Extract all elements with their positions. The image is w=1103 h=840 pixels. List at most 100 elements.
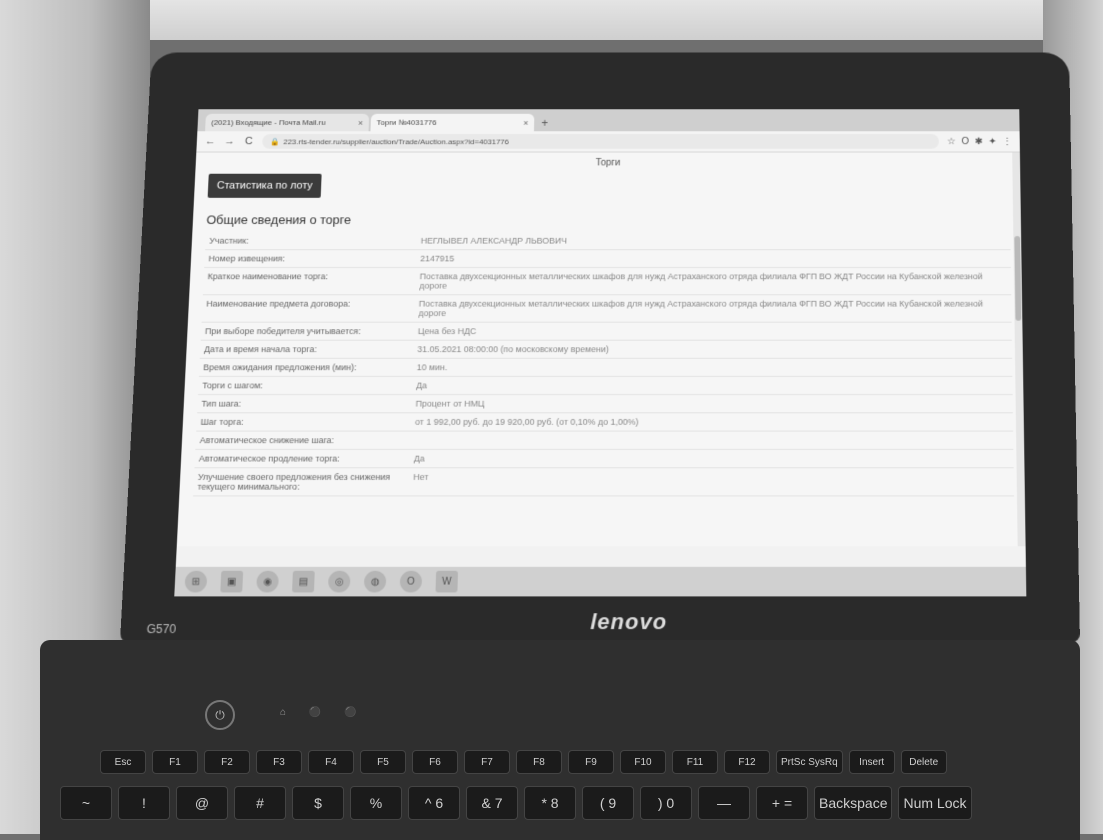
key[interactable]: Backspace: [814, 786, 893, 820]
bookmark-star-icon[interactable]: ☆: [947, 136, 956, 146]
field-label: Номер извещения:: [204, 249, 417, 268]
puzzle-extension-icon[interactable]: ✦: [989, 136, 997, 146]
field-label: Тип шага:: [197, 394, 412, 413]
table-row: Тип шага: Процент от НМЦ: [197, 394, 1013, 413]
key[interactable]: F3: [256, 750, 302, 774]
field-value: Да: [411, 376, 1013, 395]
background-wall: [0, 0, 1103, 40]
tab-title: Торги №4031776: [376, 118, 437, 127]
key[interactable]: F7: [464, 750, 510, 774]
key[interactable]: F4: [308, 750, 354, 774]
laptop-screen: (2021) Входящие - Почта Mail.ru × Торги …: [174, 109, 1027, 597]
field-value: НЕГЛЫВЕЛ АЛЕКСАНДР ЛЬВОВИЧ: [416, 232, 1011, 250]
keyboard-fn-row: Esc F1 F2 F3 F4 F5 F6 F7 F8 F9 F10 F11 F…: [100, 750, 947, 774]
field-value: [410, 431, 1014, 450]
url-text: 223.rts-tender.ru/supplier/auction/Trade…: [283, 137, 510, 146]
key[interactable]: F9: [568, 750, 614, 774]
key[interactable]: Esc: [100, 750, 146, 774]
reload-icon[interactable]: C: [243, 136, 255, 147]
menu-kebab-icon[interactable]: ⋮: [1002, 136, 1012, 146]
field-value: 31.05.2021 08:00:00 (по московскому врем…: [413, 340, 1013, 359]
table-row: Шаг торга: от 1 992,00 руб. до 19 920,00…: [196, 412, 1014, 432]
page-scrollbar[interactable]: [1012, 152, 1026, 547]
page-content: Торги Статистика по лоту Общие сведения …: [176, 152, 1026, 547]
key[interactable]: ( 9: [582, 786, 634, 820]
power-icon[interactable]: ⏻: [205, 700, 235, 730]
key[interactable]: + =: [756, 786, 808, 820]
field-value: Поставка двухсекционных металлических шк…: [415, 267, 1012, 295]
lenovo-logo: lenovo: [590, 609, 668, 635]
key[interactable]: F6: [412, 750, 458, 774]
field-label: Автоматическое продление торга:: [194, 449, 411, 468]
key[interactable]: Insert: [848, 750, 895, 774]
key[interactable]: F10: [620, 750, 666, 774]
close-icon[interactable]: ×: [358, 118, 363, 127]
chrome-icon[interactable]: ◍: [363, 570, 387, 593]
field-label: Наименование предмета договора:: [201, 294, 416, 323]
close-icon[interactable]: ×: [523, 118, 528, 127]
table-row: Торги с шагом: Да: [198, 376, 1013, 395]
url-field[interactable]: 🔒 223.rts-tender.ru/supplier/auction/Tra…: [261, 134, 940, 149]
key[interactable]: #: [234, 786, 286, 820]
browser-tabbar: (2021) Входящие - Почта Mail.ru × Торги …: [197, 109, 1020, 132]
key[interactable]: F2: [204, 750, 250, 774]
key[interactable]: * 8: [524, 786, 576, 820]
app-icon[interactable]: ◎: [327, 570, 351, 593]
key[interactable]: ^ 6: [408, 786, 460, 820]
extension-icon[interactable]: ✱: [975, 136, 983, 146]
new-tab-button[interactable]: +: [536, 115, 554, 132]
key[interactable]: $: [292, 786, 344, 820]
opera-icon[interactable]: O: [399, 570, 423, 593]
explorer-icon[interactable]: ▣: [220, 570, 244, 593]
table-row: Автоматическое продление торга: Да: [194, 449, 1014, 468]
key[interactable]: !: [118, 786, 170, 820]
key[interactable]: F11: [672, 750, 718, 774]
table-row: Улучшение своего предложения без снижени…: [193, 467, 1015, 496]
back-arrow-icon[interactable]: ←: [204, 136, 216, 147]
word-icon[interactable]: W: [435, 570, 459, 593]
page-title: Торги: [595, 158, 621, 169]
folder-icon[interactable]: ▤: [292, 570, 315, 593]
key[interactable]: F12: [724, 750, 770, 774]
browser-tab-trade[interactable]: Торги №4031776 ×: [370, 113, 535, 132]
forward-arrow-icon[interactable]: →: [224, 136, 236, 147]
model-label: G570: [146, 622, 177, 637]
scrollbar-thumb[interactable]: [1014, 236, 1022, 321]
trade-info-table: Участник: НЕГЛЫВЕЛ АЛЕКСАНДР ЛЬВОВИЧ Ном…: [193, 232, 1015, 496]
field-label: Краткое наименование торга:: [202, 267, 417, 295]
field-value: Поставка двухсекционных металлических шк…: [414, 294, 1012, 323]
key[interactable]: ~: [60, 786, 112, 820]
media-icon[interactable]: ◉: [256, 570, 279, 593]
key[interactable]: @: [176, 786, 228, 820]
browser-extension-icons: ☆ O ✱ ✦ ⋮: [947, 136, 1012, 146]
field-value: Да: [409, 449, 1014, 468]
table-row: Автоматическое снижение шага:: [195, 431, 1014, 450]
field-label: Участник:: [205, 232, 418, 250]
field-value: Процент от НМЦ: [411, 394, 1013, 413]
key[interactable]: Num Lock: [898, 786, 972, 820]
table-row: Время ожидания предложения (мин): 10 мин…: [198, 358, 1013, 377]
key[interactable]: F5: [360, 750, 406, 774]
key[interactable]: & 7: [466, 786, 518, 820]
key[interactable]: %: [350, 786, 402, 820]
table-row: Участник: НЕГЛЫВЕЛ АЛЕКСАНДР ЛЬВОВИЧ: [205, 232, 1011, 250]
key[interactable]: F1: [152, 750, 198, 774]
windows-start-icon[interactable]: ⊞: [184, 570, 208, 593]
key[interactable]: —: [698, 786, 750, 820]
key[interactable]: ) 0: [640, 786, 692, 820]
table-row: Наименование предмета договора: Поставка…: [201, 294, 1012, 323]
lot-statistics-button[interactable]: Статистика по лоту: [207, 173, 322, 198]
field-value: Нет: [408, 467, 1015, 496]
key[interactable]: PrtSc SysRq: [776, 750, 843, 774]
field-value: 2147915: [416, 249, 1011, 268]
field-label: Дата и время начала торга:: [199, 340, 414, 359]
opera-extension-icon[interactable]: O: [961, 136, 969, 146]
key[interactable]: F8: [516, 750, 562, 774]
browser-tab-mail[interactable]: (2021) Входящие - Почта Mail.ru ×: [205, 113, 370, 132]
field-label: Автоматическое снижение шага:: [195, 431, 411, 450]
field-value: 10 мин.: [412, 358, 1013, 377]
table-row: При выборе победителя учитывается: Цена …: [200, 322, 1012, 341]
tab-title: (2021) Входящие - Почта Mail.ru: [211, 118, 326, 127]
field-value: Цена без НДС: [413, 322, 1012, 341]
key[interactable]: Delete: [900, 750, 947, 774]
